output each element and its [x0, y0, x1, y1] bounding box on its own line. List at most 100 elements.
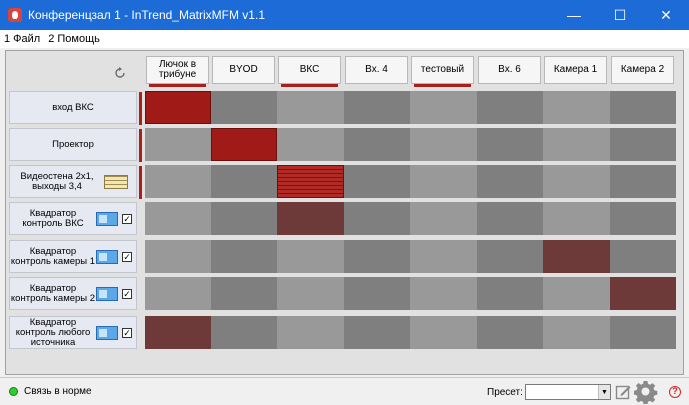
- monitor-icon: [96, 325, 118, 340]
- matrix-cell[interactable]: [543, 165, 610, 198]
- menu-file[interactable]: 1 Файл: [0, 33, 44, 45]
- column-header-5[interactable]: тестовый: [411, 56, 474, 87]
- matrix-cell[interactable]: [410, 316, 477, 349]
- row-header-5[interactable]: Квадратор контроль камеры 1 ✓: [9, 240, 137, 273]
- row-header-label: Квадратор контроль любого источника: [15, 316, 91, 348]
- row-header-label: Квадратор контроль камеры 1: [10, 245, 96, 267]
- matrix-cell[interactable]: [344, 91, 410, 124]
- matrix-cell[interactable]: [145, 240, 211, 273]
- row-header-3[interactable]: Видеостена 2x1, выходы 3,4: [9, 165, 142, 199]
- matrix-cell[interactable]: [477, 240, 543, 273]
- monitor-icon: [96, 249, 118, 264]
- minimize-button[interactable]: —: [551, 0, 597, 30]
- refresh-icon[interactable]: [113, 66, 127, 80]
- help-icon[interactable]: ?: [669, 386, 681, 398]
- row-header-2[interactable]: Проектор: [9, 128, 142, 162]
- matrix-cell[interactable]: [344, 277, 410, 310]
- matrix-cell[interactable]: [477, 277, 543, 310]
- matrix-cell[interactable]: [145, 128, 211, 161]
- maximize-button[interactable]: ☐: [597, 0, 643, 30]
- video-wall-icon: [104, 174, 128, 189]
- matrix-cell[interactable]: [277, 128, 344, 161]
- matrix-cell[interactable]: [145, 202, 211, 235]
- column-header-4[interactable]: Вх. 4: [345, 56, 408, 84]
- matrix-cell[interactable]: [610, 91, 676, 124]
- column-header-1[interactable]: Лючок в трибуне: [146, 56, 209, 87]
- column-header-3[interactable]: ВКС: [278, 56, 341, 87]
- matrix-cell[interactable]: [410, 277, 477, 310]
- matrix-cell[interactable]: [610, 202, 676, 235]
- active-indicator: [414, 84, 471, 87]
- matrix-cell[interactable]: [543, 316, 610, 349]
- active-indicator: [149, 84, 206, 87]
- matrix-cell[interactable]: [277, 91, 344, 124]
- matrix-cell[interactable]: [477, 128, 543, 161]
- matrix-cell[interactable]: [145, 165, 211, 198]
- row-header-1[interactable]: вход ВКС: [9, 91, 142, 125]
- matrix-cell[interactable]: [344, 165, 410, 198]
- connection-status-led-icon: [9, 387, 18, 396]
- matrix-cell[interactable]: [211, 316, 277, 349]
- matrix-cell[interactable]: [410, 165, 477, 198]
- matrix-cell[interactable]: [610, 165, 676, 198]
- matrix-cell[interactable]: [610, 240, 676, 273]
- preset-select[interactable]: ▼: [525, 384, 611, 400]
- matrix-cell[interactable]: [410, 128, 477, 161]
- enable-checkbox[interactable]: ✓: [122, 251, 132, 262]
- dropdown-arrow-icon[interactable]: ▼: [598, 385, 610, 399]
- matrix-cell[interactable]: [145, 277, 211, 310]
- matrix-cell[interactable]: [344, 128, 410, 161]
- matrix-cell[interactable]: [277, 240, 344, 273]
- matrix-cell[interactable]: [277, 316, 344, 349]
- column-header-8[interactable]: Камера 2: [611, 56, 674, 84]
- matrix-cell[interactable]: [477, 91, 543, 124]
- matrix-cell[interactable]: [610, 128, 676, 161]
- monitor-icon: [96, 211, 118, 226]
- row-header-4[interactable]: Квадратор контроль ВКС ✓: [9, 202, 137, 235]
- matrix-cell[interactable]: [344, 316, 410, 349]
- matrix-cell-routed[interactable]: [277, 165, 344, 198]
- matrix-cell-routed[interactable]: [211, 128, 277, 161]
- matrix-cell[interactable]: [410, 240, 477, 273]
- column-header-2[interactable]: BYOD: [212, 56, 275, 84]
- matrix-cell[interactable]: [211, 91, 277, 124]
- active-indicator: [139, 129, 142, 162]
- matrix-cell-routed[interactable]: [610, 277, 676, 310]
- matrix-cell-routed[interactable]: [543, 240, 610, 273]
- menu-help[interactable]: 2 Помощь: [44, 33, 104, 45]
- menu-bar: 1 Файл 2 Помощь: [0, 30, 689, 48]
- settings-gear-icon[interactable]: [634, 380, 658, 404]
- column-header-6[interactable]: Вх. 6: [478, 56, 541, 84]
- column-header-label: Лючок в трибуне: [158, 59, 197, 80]
- row-header-7[interactable]: Квадратор контроль любого источника ✓: [9, 316, 137, 349]
- matrix-cell[interactable]: [277, 277, 344, 310]
- matrix-cell[interactable]: [543, 277, 610, 310]
- matrix-cell[interactable]: [344, 202, 410, 235]
- matrix-cell-routed[interactable]: [145, 316, 211, 349]
- matrix-cell[interactable]: [477, 316, 543, 349]
- matrix-cell-routed[interactable]: [145, 91, 211, 124]
- matrix-cell[interactable]: [543, 128, 610, 161]
- column-header-label: Вх. 4: [365, 64, 388, 75]
- matrix-cell[interactable]: [211, 277, 277, 310]
- edit-icon[interactable]: [615, 384, 631, 400]
- matrix-cell[interactable]: [410, 202, 477, 235]
- matrix-cell[interactable]: [477, 202, 543, 235]
- matrix-cell[interactable]: [477, 165, 543, 198]
- matrix-cell-routed[interactable]: [277, 202, 344, 235]
- matrix-cell[interactable]: [344, 240, 410, 273]
- matrix-cell[interactable]: [211, 202, 277, 235]
- matrix-cell[interactable]: [543, 91, 610, 124]
- matrix-cell[interactable]: [211, 165, 277, 198]
- close-button[interactable]: ✕: [643, 0, 689, 30]
- enable-checkbox[interactable]: ✓: [122, 327, 132, 338]
- row-header-6[interactable]: Квадратор контроль камеры 2 ✓: [9, 277, 137, 310]
- row-header-label: Квадратор контроль камеры 2: [10, 282, 96, 304]
- matrix-cell[interactable]: [543, 202, 610, 235]
- enable-checkbox[interactable]: ✓: [122, 213, 132, 224]
- matrix-cell[interactable]: [211, 240, 277, 273]
- column-header-7[interactable]: Камера 1: [544, 56, 607, 84]
- enable-checkbox[interactable]: ✓: [122, 288, 132, 299]
- matrix-cell[interactable]: [610, 316, 676, 349]
- matrix-cell[interactable]: [410, 91, 477, 124]
